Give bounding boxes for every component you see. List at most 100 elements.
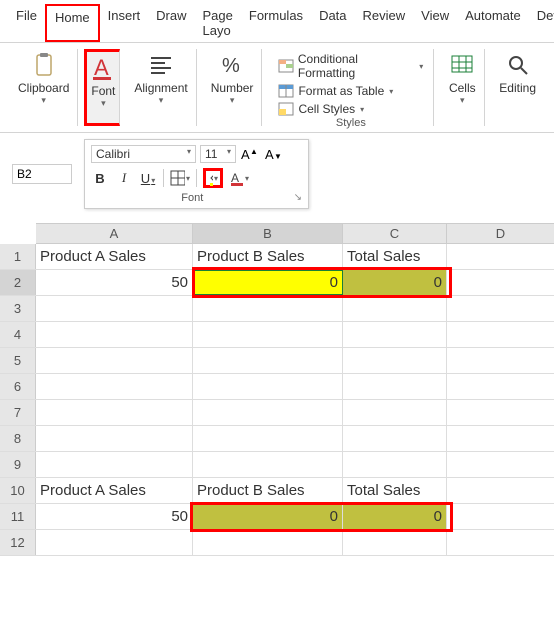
font-button[interactable]: A Font ▾ [89, 54, 117, 109]
fill-color-button[interactable]: ▾ [203, 168, 223, 188]
row-header-7[interactable]: 7 [0, 400, 36, 425]
underline-button[interactable]: U▾ [139, 171, 157, 186]
clipboard-button[interactable]: Clipboard ▾ [18, 51, 69, 106]
tab-review[interactable]: Review [355, 4, 414, 42]
cells-button[interactable]: Cells ▾ [448, 51, 476, 106]
row-8: 8 [0, 426, 554, 452]
cell-c4[interactable] [343, 322, 447, 347]
cell-c10[interactable]: Total Sales [343, 478, 447, 503]
cell-b3[interactable] [193, 296, 343, 321]
tab-page-layout[interactable]: Page Layo [195, 4, 241, 42]
column-header-a[interactable]: A [36, 224, 193, 243]
tab-view[interactable]: View [413, 4, 457, 42]
font-dialog-launcher[interactable]: ↘ [294, 192, 302, 204]
row-header-2[interactable]: 2 [0, 270, 36, 295]
format-as-table-button[interactable]: Format as Table▾ [276, 83, 425, 99]
cell-a10[interactable]: Product A Sales [36, 478, 193, 503]
row-header-3[interactable]: 3 [0, 296, 36, 321]
cell-a7[interactable] [36, 400, 193, 425]
tab-automate[interactable]: Automate [457, 4, 529, 42]
cell-d5[interactable] [447, 348, 554, 373]
cell-b8[interactable] [193, 426, 343, 451]
cell-d11[interactable] [447, 504, 554, 529]
cell-c6[interactable] [343, 374, 447, 399]
column-header-d[interactable]: D [447, 224, 554, 243]
cell-d7[interactable] [447, 400, 554, 425]
cell-a8[interactable] [36, 426, 193, 451]
row-header-9[interactable]: 9 [0, 452, 36, 477]
cell-d10[interactable] [447, 478, 554, 503]
cell-a2[interactable]: 50 [36, 270, 193, 295]
row-header-10[interactable]: 10 [0, 478, 36, 503]
cell-d4[interactable] [447, 322, 554, 347]
row-header-12[interactable]: 12 [0, 530, 36, 555]
cell-b12[interactable] [193, 530, 343, 555]
cell-d12[interactable] [447, 530, 554, 555]
font-size-select[interactable]: 11 ▾ [200, 145, 236, 163]
cell-d2[interactable] [447, 270, 554, 295]
bold-button[interactable]: B [91, 171, 109, 186]
tab-data[interactable]: Data [311, 4, 354, 42]
italic-button[interactable]: I [115, 170, 133, 186]
increase-font-button[interactable]: A▲ [240, 144, 260, 164]
separator [163, 169, 164, 187]
column-header-b[interactable]: B [193, 224, 343, 243]
cell-d1[interactable] [447, 244, 554, 269]
group-editing: Editing [491, 49, 544, 126]
borders-button[interactable]: ▾ [170, 168, 190, 188]
cell-a3[interactable] [36, 296, 193, 321]
row-header-8[interactable]: 8 [0, 426, 36, 451]
cell-c1[interactable]: Total Sales [343, 244, 447, 269]
name-box[interactable] [12, 164, 72, 184]
cell-a9[interactable] [36, 452, 193, 477]
row-header-5[interactable]: 5 [0, 348, 36, 373]
cell-b2[interactable]: 0 [193, 270, 343, 295]
column-header-c[interactable]: C [343, 224, 447, 243]
number-button[interactable]: % Number ▾ [211, 51, 254, 106]
conditional-formatting-button[interactable]: Conditional Formatting▾ [276, 51, 425, 81]
cell-b10[interactable]: Product B Sales [193, 478, 343, 503]
cell-b6[interactable] [193, 374, 343, 399]
ribbon: Clipboard ▾ A Font ▾ Alignment ▾ % Numbe… [0, 43, 554, 133]
cell-a11[interactable]: 50 [36, 504, 193, 529]
row-header-1[interactable]: 1 [0, 244, 36, 269]
tab-dev[interactable]: Dev [529, 4, 554, 42]
tab-insert[interactable]: Insert [100, 4, 149, 42]
row-header-4[interactable]: 4 [0, 322, 36, 347]
font-name-select[interactable]: Calibri ▾ [91, 145, 196, 163]
tab-file[interactable]: File [8, 4, 45, 42]
row-header-6[interactable]: 6 [0, 374, 36, 399]
cell-c9[interactable] [343, 452, 447, 477]
cell-c3[interactable] [343, 296, 447, 321]
tab-home[interactable]: Home [45, 4, 100, 42]
alignment-button[interactable]: Alignment ▾ [134, 51, 187, 106]
cell-b11[interactable]: 0 [193, 504, 343, 529]
cell-a12[interactable] [36, 530, 193, 555]
cell-b7[interactable] [193, 400, 343, 425]
tab-draw[interactable]: Draw [148, 4, 194, 42]
cell-c5[interactable] [343, 348, 447, 373]
decrease-font-button[interactable]: A▼ [264, 144, 284, 164]
cell-d3[interactable] [447, 296, 554, 321]
cell-d6[interactable] [447, 374, 554, 399]
tab-formulas[interactable]: Formulas [241, 4, 311, 42]
cell-a1[interactable]: Product A Sales [36, 244, 193, 269]
cell-b5[interactable] [193, 348, 343, 373]
cell-b1[interactable]: Product B Sales [193, 244, 343, 269]
cell-d9[interactable] [447, 452, 554, 477]
cell-c8[interactable] [343, 426, 447, 451]
row-header-11[interactable]: 11 [0, 504, 36, 529]
cell-c12[interactable] [343, 530, 447, 555]
cell-a4[interactable] [36, 322, 193, 347]
cell-c11[interactable]: 0 [343, 504, 447, 529]
cell-c7[interactable] [343, 400, 447, 425]
cell-c2[interactable]: 0 [343, 270, 447, 295]
cell-d8[interactable] [447, 426, 554, 451]
editing-button[interactable]: Editing [499, 51, 536, 95]
font-color-button[interactable]: A▾ [229, 168, 249, 188]
cell-styles-button[interactable]: Cell Styles▾ [276, 101, 425, 117]
cell-b4[interactable] [193, 322, 343, 347]
cell-a6[interactable] [36, 374, 193, 399]
cell-a5[interactable] [36, 348, 193, 373]
cell-b9[interactable] [193, 452, 343, 477]
